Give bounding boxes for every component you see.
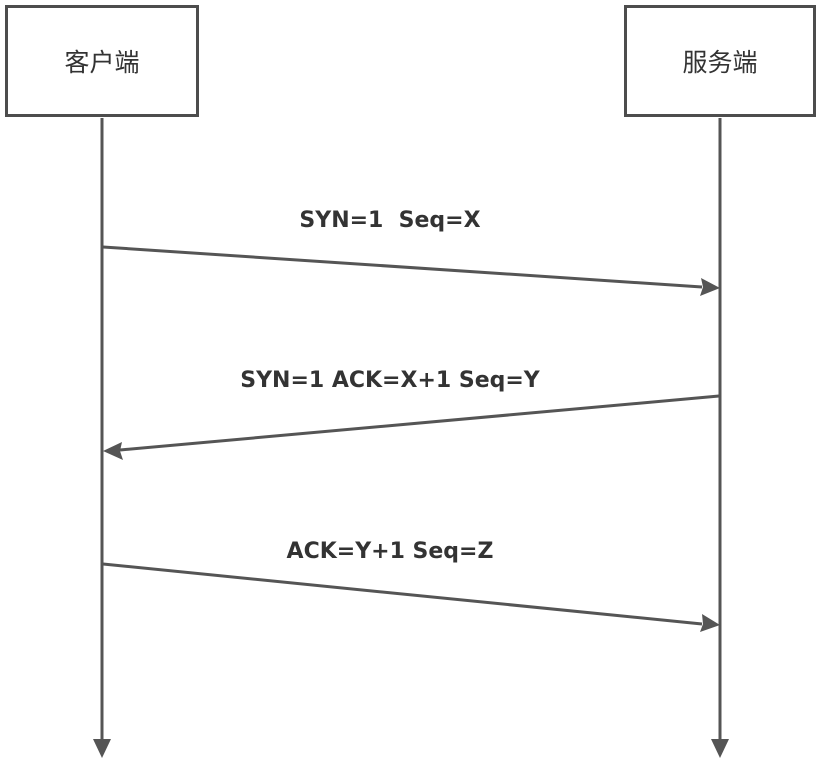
server-lifeline-arrowhead [711,739,729,758]
message-2-arrow [119,394,720,452]
message-1-arrowhead [700,278,720,296]
message-3-arrowhead [700,614,720,632]
message-1-arrow [102,245,703,289]
message-2-label: SYN=1 ACK=X+1 Seq=Y [240,368,540,393]
message-2-arrowhead [103,442,123,460]
message-3-label: ACK=Y+1 Seq=Z [286,539,494,564]
client-lifeline-arrowhead [93,739,111,758]
message-3-arrow [102,562,703,626]
message-1-label: SYN=1 Seq=X [299,208,481,233]
